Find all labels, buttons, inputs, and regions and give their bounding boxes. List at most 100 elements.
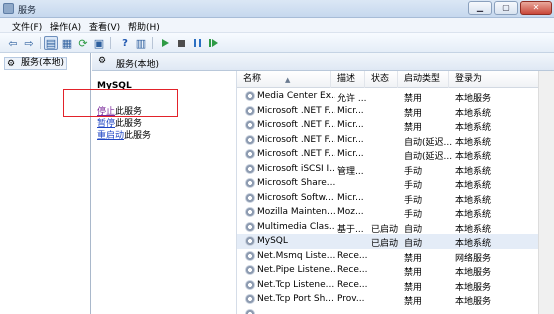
cell-startup: 禁用: [404, 94, 423, 104]
cell-startup: 禁用: [404, 253, 423, 264]
cell-desc: Rece...: [337, 265, 368, 275]
cell-desc: 管理...: [337, 166, 364, 177]
maximize-button[interactable]: ▢: [494, 1, 518, 15]
cell-name: Microsoft .NET F...: [257, 149, 335, 159]
table-row[interactable]: Microsoft .NET F... Micr... 自动(延迟... 本地系统: [237, 147, 554, 162]
cell-name: Microsoft .NET F...: [257, 105, 335, 116]
menu-action[interactable]: 操作(A): [50, 20, 81, 33]
forward-arrow-icon[interactable]: ⇨: [22, 36, 36, 50]
cell-name: Multimedia Clas...: [257, 221, 335, 232]
table-row[interactable]: Mozilla Mainten... Moz... 手动 本地系统: [237, 205, 554, 220]
services-gear-icon: ⚙: [7, 59, 16, 69]
cell-name: Net.Msmq Liste...: [257, 250, 335, 261]
column-header-logon-as[interactable]: 登录为: [449, 71, 539, 88]
cell-logon: 本地系统: [455, 239, 492, 249]
cell-name: Net.Pipe Listene...: [257, 265, 335, 275]
service-gear-icon: [245, 279, 255, 290]
cell-name: Microsoft iSCSI I...: [257, 163, 335, 174]
cell-name: Net.Tcp Port Sh...: [257, 294, 334, 304]
cell-logon: 本地系统: [455, 123, 492, 133]
table-row[interactable]: Multimedia Clas... 基于... 已启动 自动 本地系统: [237, 220, 554, 235]
toolbar-separator: [40, 37, 41, 49]
cell-startup: 手动: [404, 166, 423, 177]
cell-name: Mozilla Mainten...: [257, 207, 335, 217]
column-header-startup-type[interactable]: 启动类型: [398, 71, 449, 88]
table-row[interactable]: Microsoft .NET F... Micr... 自动(延迟... 本地系统: [237, 133, 554, 148]
help-icon[interactable]: ?: [118, 36, 132, 50]
back-arrow-icon[interactable]: ⇦: [6, 36, 20, 50]
cell-desc: Rece...: [337, 250, 368, 261]
cell-name: Media Center Ex...: [257, 91, 335, 101]
toolbar-separator: [110, 37, 111, 49]
service-gear-icon: [245, 207, 255, 217]
tree-item-services-local[interactable]: ⚙ 服务(本地): [4, 57, 68, 70]
minimize-button[interactable]: ▁: [468, 1, 492, 15]
table-row[interactable]: Microsoft Share... 手动 本地系统: [237, 176, 554, 191]
start-service-icon[interactable]: [158, 36, 172, 50]
cell-logon: 本地服务: [455, 282, 492, 293]
refresh-icon[interactable]: ⟳: [76, 36, 90, 50]
restart-service-icon[interactable]: [206, 36, 220, 50]
vertical-scrollbar[interactable]: [538, 71, 554, 314]
table-row[interactable]: MySQL 已启动 自动 本地系统: [237, 234, 554, 249]
cell-desc: Prov...: [337, 294, 365, 304]
cell-startup: 自动(延迟...: [404, 137, 453, 148]
services-app-icon: [3, 3, 14, 14]
export-list-icon[interactable]: ▣: [92, 36, 106, 50]
menu-help[interactable]: 帮助(H): [128, 20, 160, 33]
pause-service-icon[interactable]: [190, 36, 204, 50]
cell-logon: 本地系统: [455, 195, 492, 206]
services-gear-icon: ⚙: [98, 56, 107, 66]
table-row[interactable]: Microsoft iSCSI I... 管理... 手动 本地系统: [237, 162, 554, 177]
cell-logon: 网络服务: [455, 253, 492, 264]
menu-bar: 文件(F) 操作(A) 查看(V) 帮助(H): [0, 18, 554, 33]
close-button[interactable]: ✕: [520, 1, 552, 15]
table-row[interactable]: Net.Msmq Liste... Rece... 禁用 网络服务: [237, 249, 554, 264]
service-gear-icon: [245, 105, 255, 116]
cell-desc: Micr...: [337, 149, 364, 159]
cell-logon: 本地服务: [455, 268, 492, 278]
cell-startup: 自动: [404, 239, 423, 249]
table-row[interactable]: Net.Pipe Listene... Rece... 禁用 本地服务: [237, 263, 554, 278]
stop-service-icon[interactable]: [174, 36, 188, 50]
window-title: 服务: [18, 6, 37, 16]
cell-startup: 禁用: [404, 108, 423, 119]
cell-startup: 自动(延迟...: [404, 152, 453, 162]
action-suffix: 此服务: [124, 131, 152, 141]
column-header-status[interactable]: 状态: [365, 71, 398, 88]
table-row[interactable]: Microsoft .NET F... Micr... 禁用 本地系统: [237, 104, 554, 119]
menu-file[interactable]: 文件(F): [12, 20, 42, 33]
show-hide-console-tree-icon[interactable]: ▤: [44, 36, 58, 50]
column-header-description[interactable]: 描述: [331, 71, 365, 88]
table-row[interactable]: Net.Tcp Listene... Rece... 禁用 本地服务: [237, 278, 554, 293]
service-gear-icon: [245, 149, 255, 159]
service-gear-icon: [245, 250, 255, 261]
properties-icon[interactable]: ▦: [60, 36, 74, 50]
cell-desc: Micr...: [337, 192, 364, 203]
cell-startup: 手动: [404, 181, 423, 191]
table-row[interactable]: Net.Tcp Port Sh... Prov... 禁用 本地服务: [237, 292, 554, 307]
tree-item-label: 服务(本地): [21, 58, 65, 68]
restart-service-link[interactable]: 重启动: [97, 131, 124, 141]
cell-logon: 本地系统: [455, 108, 492, 119]
panel-title: 服务(本地): [116, 60, 160, 70]
sort-ascending-icon: ▲: [285, 76, 291, 84]
cell-startup: 手动: [404, 195, 423, 206]
table-row[interactable]: [237, 307, 554, 314]
cell-startup: 禁用: [404, 297, 423, 307]
cell-name: MySQL: [257, 236, 288, 246]
cell-startup: 禁用: [404, 123, 423, 133]
service-gear-icon: [245, 308, 255, 314]
cell-startup: 禁用: [404, 282, 423, 293]
cell-desc: Moz...: [337, 207, 364, 217]
service-gear-icon: [245, 178, 255, 188]
table-row[interactable]: Microsoft .NET F... Micr... 禁用 本地系统: [237, 118, 554, 133]
column-header-name[interactable]: 名称 ▲: [237, 71, 331, 88]
table-row[interactable]: Media Center Ex... 允许 ... 禁用 本地服务: [237, 89, 554, 104]
table-row[interactable]: Microsoft Softw... Micr... 手动 本地系统: [237, 191, 554, 206]
menu-view[interactable]: 查看(V): [89, 20, 120, 33]
cell-logon: 本地系统: [455, 137, 492, 148]
details-view-icon[interactable]: ▥: [134, 36, 148, 50]
cell-startup: 自动: [404, 224, 423, 235]
panel-header: ⚙ 服务(本地): [92, 53, 554, 71]
